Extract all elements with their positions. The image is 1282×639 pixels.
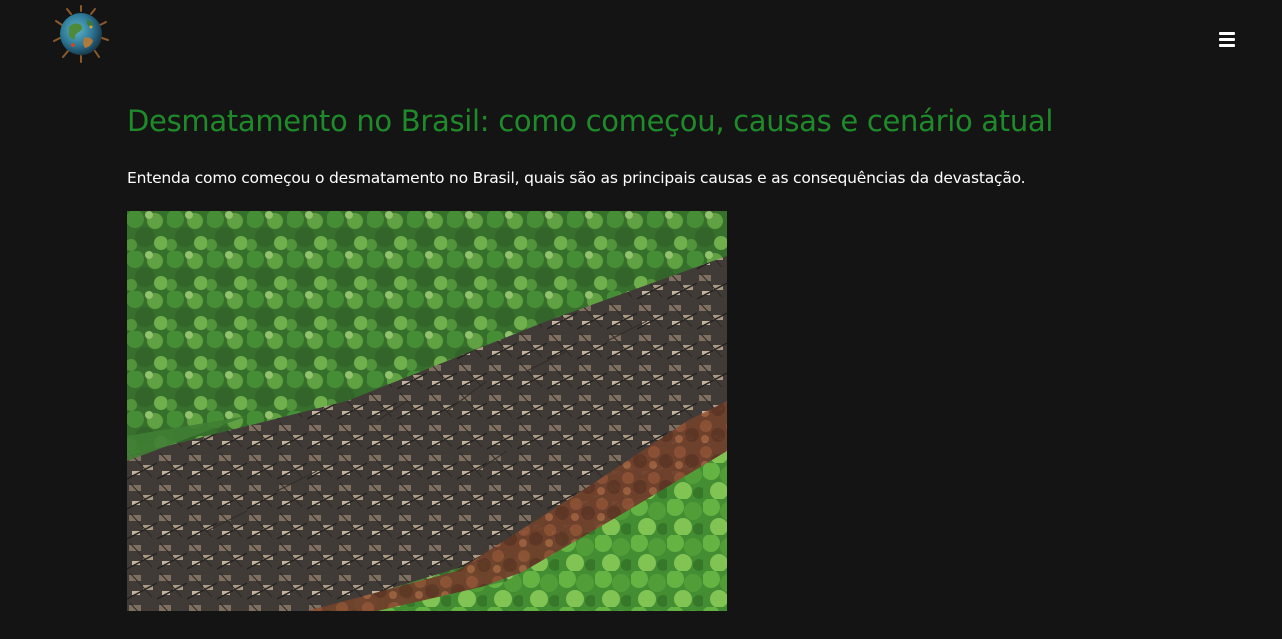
hamburger-menu-icon[interactable] xyxy=(1216,30,1238,50)
page: Desmatamento no Brasil: como começou, ca… xyxy=(0,0,1282,639)
article-title: Desmatamento no Brasil: como começou, ca… xyxy=(127,104,1054,138)
article-subtitle: Entenda como começou o desmatamento no B… xyxy=(127,169,1026,187)
aerial-deforestation-photo xyxy=(127,211,727,611)
globe-logo-icon[interactable] xyxy=(51,5,111,63)
